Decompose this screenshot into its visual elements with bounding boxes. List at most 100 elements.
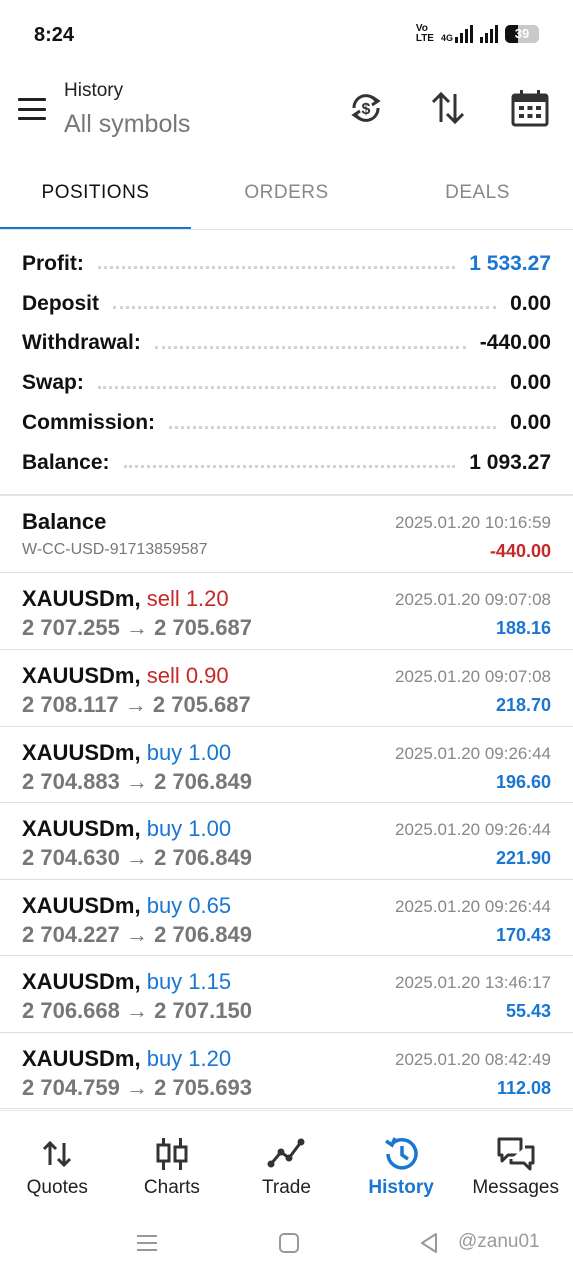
- nav-messages-label: Messages: [472, 1177, 559, 1198]
- deal-direction: buy 0.65: [146, 892, 232, 918]
- dot-leader: [169, 425, 497, 429]
- nav-trade[interactable]: Trade: [229, 1111, 344, 1210]
- summary-row-deposit: Deposit 0.00: [22, 284, 551, 324]
- deal-symbol: XAUUSDm, buy 1.20: [22, 1046, 231, 1072]
- summary-row-balance: Balance: 1 093.27: [22, 443, 551, 483]
- tab-positions[interactable]: POSITIONS: [0, 160, 191, 230]
- deal-row[interactable]: XAUUSDm, sell 0.90 2 708.117 → 2 705.687 2…: [0, 650, 573, 727]
- battery-icon: 39: [505, 25, 539, 43]
- deal-symbol: XAUUSDm, sell 1.20: [22, 586, 229, 612]
- deal-row[interactable]: XAUUSDm, sell 1.20 2 707.255 → 2 705.687 2…: [0, 573, 573, 650]
- dot-leader: [123, 465, 456, 469]
- swap-value: 0.00: [510, 371, 551, 395]
- deal-profit: 112.08: [496, 1077, 551, 1098]
- deal-direction: sell 0.90: [146, 663, 229, 688]
- battery-level: 39: [514, 26, 530, 41]
- back-icon[interactable]: [418, 1232, 440, 1259]
- tab-orders[interactable]: ORDERS: [191, 160, 382, 230]
- deal-time: 2025.01.20 08:42:49: [395, 1049, 551, 1069]
- summary-row-swap: Swap: 0.00: [22, 363, 551, 403]
- deal-profit: 218.70: [495, 695, 551, 715]
- deal-symbol: XAUUSDm, buy 0.65: [22, 893, 231, 919]
- deal-row[interactable]: XAUUSDm, buy 0.65 2 704.227 → 2 706.849 20…: [0, 880, 573, 956]
- deal-row[interactable]: XAUUSDm, buy 1.00 2 704.630 → 2 706.849 20…: [0, 803, 573, 880]
- home-icon[interactable]: [278, 1232, 300, 1259]
- app-header: History All symbols $: [0, 70, 573, 160]
- withdrawal-label: Withdrawal:: [22, 331, 141, 355]
- balance-entry-amount: -440.00: [489, 541, 551, 561]
- deal-prices: 2 704.227 → 2 706.849: [22, 921, 252, 947]
- nav-quotes[interactable]: Quotes: [0, 1111, 115, 1210]
- deal-symbol: XAUUSDm, buy 1.00: [22, 816, 231, 842]
- status-bar: 8:24 Vo LTE 4G 39: [0, 0, 573, 70]
- quotes-icon: [37, 1135, 77, 1173]
- deal-profit: 188.16: [495, 618, 551, 638]
- deal-row[interactable]: XAUUSDm, buy 1.00 2 704.883 → 2 706.849 20…: [0, 727, 573, 803]
- deal-symbol-name: XAUUSDm,: [22, 892, 141, 918]
- summary-row-commission: Commission: 0.00: [22, 403, 551, 443]
- deal-prices: 2 708.117 → 2 705.687: [22, 692, 251, 717]
- nav-quotes-label: Quotes: [26, 1177, 88, 1198]
- network-type: 4G: [441, 25, 473, 43]
- summary-panel: Profit: 1 533.27 Deposit 0.00 Withdrawal…: [22, 244, 551, 483]
- nav-trade-label: Trade: [262, 1177, 311, 1198]
- deal-symbol-name: XAUUSDm,: [22, 663, 141, 688]
- symbol-filter[interactable]: All symbols: [64, 110, 190, 139]
- deal-row[interactable]: XAUUSDm, buy 1.15 2 706.668 → 2 707.150 20…: [0, 956, 573, 1033]
- nav-charts[interactable]: Charts: [115, 1111, 230, 1210]
- nav-history-label: History: [368, 1177, 434, 1198]
- signal-icon-1: [455, 25, 473, 43]
- deposit-label: Deposit: [22, 291, 100, 315]
- tab-bar: POSITIONS ORDERS DEALS: [0, 160, 573, 230]
- deal-prices: 2 704.759 → 2 705.693: [22, 1074, 252, 1100]
- dot-leader: [113, 306, 497, 310]
- dot-leader: [97, 385, 497, 389]
- deal-time: 2025.01.20 09:07:08: [395, 590, 551, 609]
- volte-line2: LTE: [415, 33, 434, 44]
- calendar-icon[interactable]: [510, 88, 550, 128]
- sort-icon[interactable]: [428, 88, 468, 128]
- status-icons: Vo LTE 4G 39: [416, 24, 539, 44]
- recents-icon[interactable]: [136, 1232, 158, 1259]
- balance-entry-time: 2025.01.20 10:16:59: [395, 513, 551, 532]
- currency-refresh-icon[interactable]: $: [346, 88, 386, 128]
- deal-direction: buy 1.00: [146, 739, 232, 765]
- deal-symbol: XAUUSDm, buy 1.15: [22, 969, 231, 995]
- nav-history[interactable]: History: [344, 1111, 459, 1210]
- profit-value: 1 533.27: [469, 251, 551, 275]
- bottom-nav: Quotes Charts Trade History Messages: [0, 1110, 573, 1210]
- deal-symbol-name: XAUUSDm,: [22, 816, 141, 841]
- balance-label: Balance:: [22, 450, 110, 474]
- deal-symbol: XAUUSDm, buy 1.00: [22, 740, 231, 766]
- charts-icon: [152, 1135, 192, 1173]
- svg-text:$: $: [362, 101, 371, 118]
- deal-list: Balance W-CC-USD-91713859587 2025.01.20 …: [0, 496, 573, 1109]
- messages-icon: [496, 1135, 536, 1173]
- deal-direction: sell 1.20: [146, 586, 229, 611]
- deal-symbol-name: XAUUSDm,: [22, 586, 141, 611]
- tabs-divider: [0, 229, 573, 230]
- trade-icon: [266, 1135, 306, 1173]
- deal-time: 2025.01.20 09:26:44: [395, 896, 551, 916]
- menu-icon[interactable]: [18, 98, 46, 120]
- deal-profit: 196.60: [495, 771, 551, 792]
- deal-time: 2025.01.20 13:46:17: [395, 973, 551, 992]
- nav-charts-label: Charts: [143, 1177, 200, 1198]
- balance-entry-reference: W-CC-USD-91713859587: [22, 541, 208, 558]
- commission-value: 0.00: [510, 411, 551, 435]
- volte-indicator: Vo LTE: [416, 24, 434, 44]
- dot-leader: [97, 266, 456, 270]
- network-type-label: 4G: [440, 33, 453, 43]
- deal-symbol-name: XAUUSDm,: [22, 739, 141, 765]
- nav-messages[interactable]: Messages: [458, 1111, 573, 1210]
- dot-leader: [154, 345, 466, 349]
- tab-deals[interactable]: DEALS: [382, 160, 573, 230]
- deal-profit: 221.90: [495, 848, 551, 868]
- deal-prices: 2 706.668 → 2 707.150: [22, 998, 252, 1023]
- balance-entry[interactable]: Balance W-CC-USD-91713859587 2025.01.20 …: [0, 496, 573, 573]
- summary-row-profit: Profit: 1 533.27: [22, 244, 551, 284]
- watermark: @zanu01: [458, 1231, 540, 1252]
- deal-row[interactable]: XAUUSDm, buy 1.20 2 704.759 → 2 705.693 20…: [0, 1033, 573, 1109]
- profit-label: Profit:: [22, 251, 84, 275]
- summary-row-withdrawal: Withdrawal: -440.00: [22, 324, 551, 364]
